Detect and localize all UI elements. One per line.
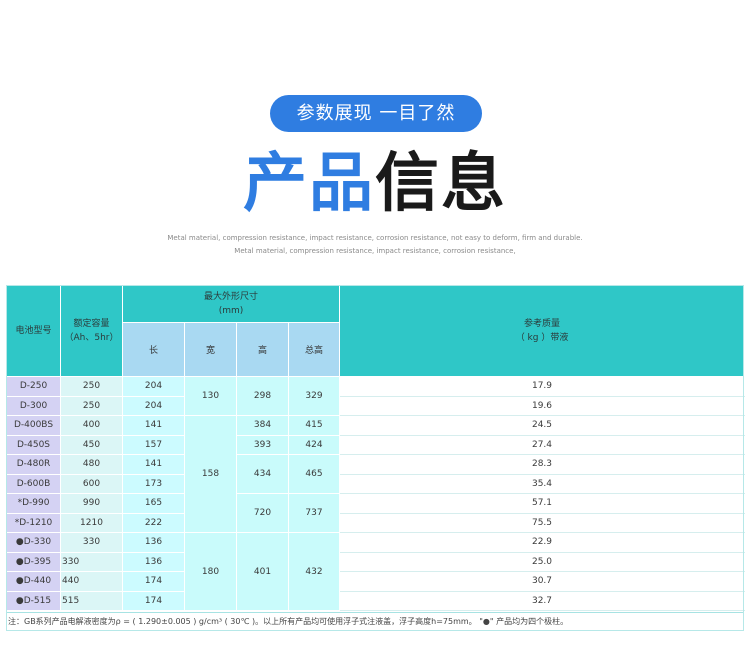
cell-total-height: 737 [287,493,341,533]
cell-total-height: 432 [287,532,341,611]
cell-weight: 17.9 [339,376,746,397]
cell-weight: 24.5 [339,415,746,436]
cell-capacity: 250 [60,376,123,397]
header-capacity: 额定容量 （Ah、5hr） [60,285,123,377]
cell-model: ●D-330 [6,532,61,553]
table-row: D-600B 600 173 35.4 [6,473,746,494]
table-row: D-400BS 400 141 158 384 415 24.5 [6,415,746,533]
cell-capacity: 990 [60,493,123,514]
cell-total-height: 424 [287,434,341,455]
tagline-text: 参数展现 一目了然 [296,103,456,124]
table-row: *D-990 990 165 720 737 57.1 [6,493,746,533]
cell-capacity: 330 [60,551,123,572]
cell-height: 384 [236,415,289,436]
cell-model: D-600B [6,473,61,494]
header-weight: 参考质量 （ kg ）带液 [339,285,746,377]
table-row: D-250 250 204 130 298 329 17.9 [6,376,746,416]
cell-weight: 57.1 [339,493,746,514]
cell-width: 180 [184,532,237,611]
cell-weight: 35.4 [339,473,746,494]
cell-weight: 30.7 [339,571,746,592]
cell-model: *D-990 [6,493,61,514]
cell-length: 141 [122,454,185,475]
table-row: D-480R 480 141 434 465 28.3 [6,454,746,494]
cell-length: 204 [122,376,185,397]
cell-capacity: 1210 [60,512,123,533]
cell-model: D-300 [6,395,61,416]
cell-model: D-250 [6,376,61,397]
table-row: ●D-440 440 174 30.7 [6,571,746,592]
cell-weight: 19.6 [339,395,746,416]
title-dark-part: 信息 [375,147,507,221]
cell-length: 174 [122,571,185,592]
table-row: ●D-395 330 136 25.0 [6,551,746,572]
cell-capacity: 515 [60,590,123,611]
cell-width: 130 [184,376,237,416]
cell-height: 401 [236,532,289,611]
cell-weight: 22.9 [339,532,746,553]
cell-length: 173 [122,473,185,494]
cell-model: D-450S [6,434,61,455]
cell-height: 298 [236,376,289,416]
cell-length: 165 [122,493,185,514]
cell-model: ●D-395 [6,551,61,572]
table-footnote: 注：GB系列产品电解液密度为ρ = ( 1.290±0.005 ) g/cm³ … [6,612,744,631]
cell-capacity: 480 [60,454,123,475]
cell-weight: 32.7 [339,590,746,611]
cell-width: 158 [184,415,237,533]
cell-capacity: 440 [60,571,123,592]
table-row: D-450S 450 157 393 424 27.4 [6,434,746,455]
cell-model: ●D-440 [6,571,61,592]
tagline-pill: 参数展现 一目了然 [270,95,482,132]
table-row: D-300 250 204 19.6 [6,395,746,416]
cell-weight: 75.5 [339,512,746,533]
table-row: ●D-515 515 174 32.7 [6,590,746,611]
spec-table: 电池型号 额定容量 （Ah、5hr） 最大外形尺寸 (mm) 参考质量 （ kg… [6,285,746,611]
cell-model: *D-1210 [6,512,61,533]
header-model: 电池型号 [6,285,61,377]
table-row: *D-1210 1210 222 75.5 [6,512,746,533]
cell-height: 434 [236,454,289,494]
cell-length: 157 [122,434,185,455]
cell-total-height: 465 [287,454,341,494]
page-title: 产品信息 [0,146,750,222]
header-height: 高 [236,322,289,377]
cell-weight: 25.0 [339,551,746,572]
cell-capacity: 600 [60,473,123,494]
cell-total-height: 329 [287,376,341,416]
cell-model: ●D-515 [6,590,61,611]
cell-height: 720 [236,493,289,533]
cell-capacity: 250 [60,395,123,416]
table-row: ●D-330 330 136 180 401 432 22.9 [6,532,746,611]
title-blue-part: 产品 [243,147,375,221]
cell-weight: 27.4 [339,434,746,455]
cell-length: 141 [122,415,185,436]
header-width: 宽 [184,322,237,377]
cell-length: 136 [122,532,185,553]
cell-length: 136 [122,551,185,572]
cell-height: 393 [236,434,289,455]
subtitle-line-1: Metal material, compression resistance, … [167,234,583,242]
cell-capacity: 450 [60,434,123,455]
cell-model: D-400BS [6,415,61,436]
cell-weight: 28.3 [339,454,746,475]
subtitle-line-2: Metal material, compression resistance, … [234,247,516,255]
cell-length: 174 [122,590,185,611]
cell-capacity: 400 [60,415,123,436]
header-max-dimensions: 最大外形尺寸 (mm) [121,285,341,323]
cell-model: D-480R [6,454,61,475]
cell-length: 204 [122,395,185,416]
header-length: 长 [122,322,185,377]
cell-length: 222 [122,512,185,533]
header-total-height: 总高 [287,322,341,377]
cell-capacity: 330 [60,532,123,553]
cell-total-height: 415 [287,415,341,436]
